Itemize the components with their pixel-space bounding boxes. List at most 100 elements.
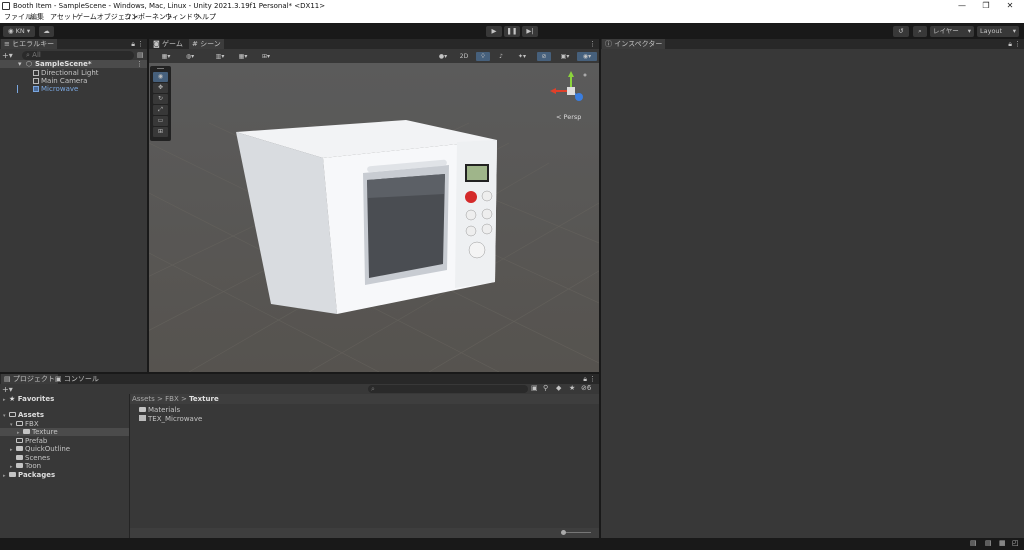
layers-dropdown[interactable]: レイヤー ▾ bbox=[930, 26, 974, 37]
tab-project[interactable]: ▤ プロジェクト bbox=[1, 374, 58, 384]
tab-console[interactable]: ▣ コンソール bbox=[52, 374, 102, 384]
debug-icon[interactable]: ▦ bbox=[999, 539, 1006, 547]
project-search-input[interactable]: ⌕ bbox=[368, 385, 528, 393]
tab-game-label: ゲーム bbox=[162, 40, 183, 48]
effects-dropdown[interactable]: ✦▾ bbox=[512, 52, 532, 61]
microwave-model[interactable] bbox=[231, 118, 501, 318]
lighting-status-icon[interactable]: ▤ bbox=[970, 539, 977, 547]
unity-scene-icon: ⬡ bbox=[26, 60, 33, 68]
drag-handle[interactable] bbox=[157, 68, 164, 69]
more-icon[interactable]: ⋮ bbox=[589, 39, 596, 49]
minimize-button[interactable]: — bbox=[950, 0, 974, 12]
cloud-icon[interactable]: ☁ bbox=[39, 26, 54, 37]
notification-icon[interactable]: ◰ bbox=[1012, 539, 1019, 547]
breadcrumb-current[interactable]: Texture bbox=[189, 395, 219, 403]
favorites-label: Favorites bbox=[17, 395, 55, 403]
step-button[interactable]: ▶| bbox=[522, 26, 538, 37]
list-item[interactable]: Main Camera bbox=[33, 77, 87, 85]
zoom-slider[interactable] bbox=[563, 532, 591, 533]
zoom-slider-thumb[interactable] bbox=[561, 530, 566, 535]
increment-dropdown[interactable]: ⊞▾ bbox=[256, 52, 276, 61]
hierarchy-search-input[interactable]: ⌕ All bbox=[22, 51, 134, 60]
hidden-objects-icon[interactable]: ⊘ bbox=[537, 52, 551, 61]
pause-button[interactable]: ❚❚ bbox=[504, 26, 520, 37]
move-tool-icon[interactable]: ✥ bbox=[153, 83, 168, 93]
camera-dropdown[interactable]: ▣▾ bbox=[555, 52, 575, 61]
tab-game[interactable]: ◙ ゲーム bbox=[150, 39, 186, 49]
close-button[interactable]: ✕ bbox=[998, 0, 1022, 12]
list-item[interactable]: Directional Light bbox=[33, 69, 99, 77]
asset-item[interactable]: Materials bbox=[139, 406, 180, 414]
view-tool-icon[interactable]: ◉ bbox=[153, 72, 168, 82]
more-icon[interactable]: ⋮ bbox=[136, 60, 143, 68]
filter-icon[interactable]: ▤ bbox=[137, 51, 144, 59]
more-icon[interactable]: ⋮ bbox=[1014, 39, 1021, 49]
folder-row[interactable]: Prefab bbox=[16, 437, 47, 445]
search-icon[interactable]: ⌕ bbox=[913, 26, 927, 37]
scene-viewport[interactable]: < Persp bbox=[149, 63, 599, 372]
more-icon[interactable]: ⋮ bbox=[137, 39, 144, 49]
search-by-type-icon[interactable]: ▣ bbox=[531, 384, 538, 392]
folder-row[interactable]: ▾ FBX bbox=[10, 420, 39, 428]
account-button[interactable]: ◉ KN ▾ bbox=[3, 26, 35, 37]
hand-tool-dropdown[interactable]: ▦▾ bbox=[156, 52, 176, 61]
expand-arrow-icon[interactable]: ▸ bbox=[3, 396, 9, 404]
rotate-tool-icon[interactable]: ↻ bbox=[153, 94, 168, 104]
menu-file[interactable]: ファイル bbox=[4, 12, 32, 23]
menu-assets[interactable]: アセット bbox=[50, 12, 78, 23]
transform-tool-icon[interactable]: ⊞ bbox=[153, 127, 168, 137]
persp-label[interactable]: < Persp bbox=[556, 113, 581, 121]
breadcrumb-item[interactable]: FBX bbox=[165, 395, 179, 403]
maximize-button[interactable]: ❐ bbox=[974, 0, 998, 12]
folder-row-selected[interactable]: ▸ Texture bbox=[0, 428, 129, 436]
project-header: ▤ プロジェクト ▣ コンソール 🔒︎ ⋮ bbox=[0, 374, 599, 384]
play-button[interactable]: ▶ bbox=[486, 26, 502, 37]
history-icon[interactable]: ↺ bbox=[893, 26, 909, 37]
window-title: Booth Item - SampleScene - Windows, Mac,… bbox=[13, 2, 326, 10]
lock-icon[interactable]: 🔒︎ bbox=[131, 39, 135, 49]
folder-row[interactable]: Scenes bbox=[16, 454, 50, 462]
project-panel: +▾ ⌕ ▣ ⚲ ◆ ★ ⊘6 ▸ ★ Favorites ▾ Assets ▾ FB… bbox=[0, 384, 599, 538]
audio-icon[interactable]: ♪ bbox=[494, 52, 508, 61]
gizmos-dropdown[interactable]: ◉▾ bbox=[577, 52, 597, 61]
inspector-panel bbox=[601, 49, 1024, 538]
tab-hierarchy[interactable]: ≡ ヒエラルキー bbox=[1, 39, 58, 49]
draw-mode-dropdown[interactable]: ●▾ bbox=[434, 52, 452, 61]
global-dropdown[interactable]: ◍▾ bbox=[180, 52, 200, 61]
asset-item[interactable]: TEX_Microwave bbox=[139, 415, 202, 423]
tab-scene[interactable]: # シーン bbox=[189, 39, 224, 49]
splitter[interactable] bbox=[129, 394, 130, 538]
lock-icon[interactable]: 🔒︎ bbox=[583, 374, 587, 384]
packages-row[interactable]: ▸ Packages bbox=[3, 471, 55, 479]
grid-dropdown[interactable]: ▦▾ bbox=[233, 52, 253, 61]
search-by-label-icon[interactable]: ⚲ bbox=[543, 384, 548, 392]
scale-tool-icon[interactable]: ⤢ bbox=[153, 105, 168, 115]
list-item[interactable]: Microwave bbox=[33, 85, 78, 93]
breadcrumb-item[interactable]: Assets bbox=[132, 395, 155, 403]
grid-snap-dropdown[interactable]: ▥▾ bbox=[210, 52, 230, 61]
scene-row[interactable]: ▾ ⬡ SampleScene* ⋮ bbox=[0, 60, 147, 68]
window-titlebar: Booth Item - SampleScene - Windows, Mac,… bbox=[0, 0, 1024, 12]
favorites-row[interactable]: ▸ ★ Favorites bbox=[3, 395, 54, 403]
toggle-2d-button[interactable]: 2D bbox=[456, 52, 472, 61]
orientation-gizmo[interactable] bbox=[547, 69, 591, 113]
add-button[interactable]: +▾ bbox=[2, 51, 16, 60]
tab-inspector[interactable]: ⓘ インスペクター bbox=[602, 39, 666, 49]
lighting-icon[interactable]: 💡︎ bbox=[476, 52, 490, 61]
folder-row[interactable]: ▸ Toon bbox=[10, 462, 41, 470]
add-asset-button[interactable]: +▾ bbox=[2, 385, 13, 394]
favorite-icon[interactable]: ★ bbox=[569, 384, 575, 392]
folder-icon bbox=[16, 446, 23, 451]
label-icon[interactable]: ◆ bbox=[556, 384, 561, 392]
rect-tool-icon[interactable]: ▭ bbox=[153, 116, 168, 126]
cache-icon[interactable]: ▤ bbox=[985, 539, 992, 547]
menu-edit[interactable]: 編集 bbox=[30, 12, 44, 23]
expand-arrow-icon[interactable]: ▾ bbox=[18, 60, 22, 68]
lock-icon[interactable]: 🔒︎ bbox=[1008, 39, 1012, 49]
folder-row[interactable]: ▸ QuickOutline bbox=[10, 445, 70, 453]
hidden-packages-toggle[interactable]: ⊘6 bbox=[581, 384, 591, 392]
menu-help[interactable]: ヘルプ bbox=[195, 12, 216, 23]
layout-dropdown[interactable]: Layout ▾ bbox=[977, 26, 1019, 37]
more-icon[interactable]: ⋮ bbox=[589, 374, 596, 384]
assets-row[interactable]: ▾ Assets bbox=[3, 411, 44, 419]
